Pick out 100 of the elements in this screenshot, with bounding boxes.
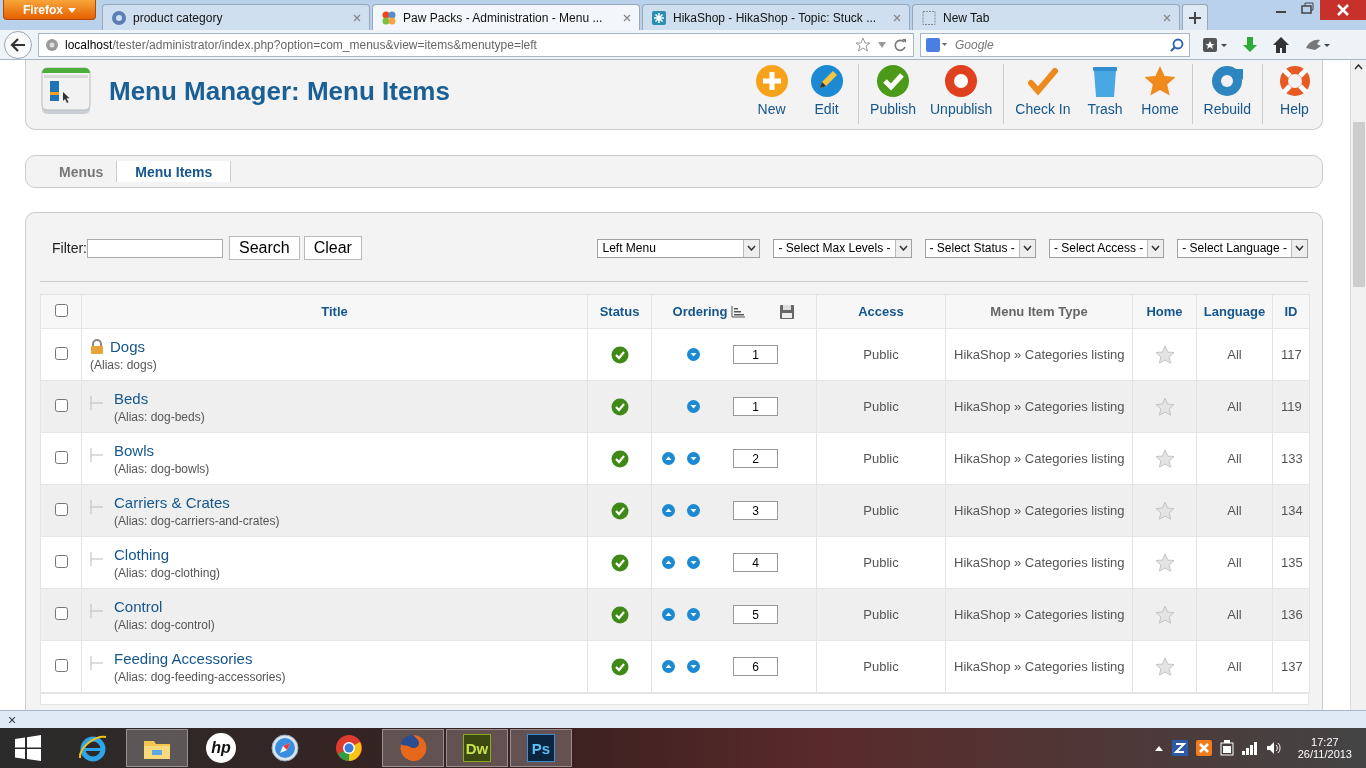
- search-field[interactable]: Google: [920, 32, 1190, 57]
- row-checkbox[interactable]: [54, 398, 68, 412]
- filter-dropdown[interactable]: - Select Language -: [1177, 238, 1308, 258]
- row-checkbox[interactable]: [54, 502, 68, 516]
- scroll-up-icon[interactable]: [1354, 64, 1363, 70]
- browser-tab[interactable]: product category: [102, 4, 370, 30]
- item-title-link[interactable]: Beds: [114, 389, 149, 407]
- move-up-icon[interactable]: [662, 452, 675, 465]
- filter-dropdown[interactable]: - Select Max Levels -: [773, 238, 912, 258]
- dropdown-icon[interactable]: [877, 40, 887, 49]
- column-header[interactable]: Ordering: [672, 304, 728, 319]
- clear-button[interactable]: Clear: [303, 236, 362, 260]
- close-icon[interactable]: [1163, 13, 1171, 22]
- fox-globe-icon[interactable]: [397, 732, 429, 764]
- move-down-icon[interactable]: [687, 348, 700, 361]
- select-all-checkbox[interactable]: [54, 303, 68, 317]
- published-check-icon[interactable]: [610, 397, 629, 416]
- browser-tab[interactable]: Paw Packs - Administration - Menu ...: [372, 4, 640, 30]
- close-button[interactable]: [1320, 0, 1366, 20]
- search-icon[interactable]: [1170, 37, 1184, 52]
- move-down-icon[interactable]: [687, 452, 700, 465]
- toolbar-button[interactable]: Unpublish: [923, 63, 1000, 124]
- toolbar-button[interactable]: Publish: [863, 63, 923, 124]
- row-checkbox[interactable]: [54, 658, 68, 672]
- toolbar-button[interactable]: New: [744, 63, 800, 124]
- close-icon[interactable]: [353, 13, 361, 22]
- clock-date[interactable]: 26/11/2013: [1297, 748, 1352, 760]
- back-button[interactable]: [4, 30, 32, 59]
- move-down-icon[interactable]: [687, 556, 700, 569]
- toolbar-button[interactable]: Rebuild: [1196, 63, 1258, 124]
- row-checkbox[interactable]: [54, 554, 68, 568]
- speaker-icon[interactable]: [1265, 741, 1282, 755]
- move-down-icon[interactable]: [687, 608, 700, 621]
- move-down-icon[interactable]: [687, 400, 700, 413]
- padlock-icon[interactable]: [90, 338, 104, 355]
- toolbar-button[interactable]: Edit: [799, 63, 855, 124]
- row-checkbox[interactable]: [54, 450, 68, 464]
- reload-icon[interactable]: [893, 37, 907, 52]
- move-up-icon[interactable]: [662, 504, 675, 517]
- submenu-tab[interactable]: Menu Items: [117, 161, 232, 182]
- toolbar-button[interactable]: Help: [1267, 63, 1322, 124]
- order-field[interactable]: 1: [733, 397, 778, 416]
- xampp-icon[interactable]: [1195, 740, 1212, 756]
- published-check-icon[interactable]: [610, 605, 629, 624]
- published-check-icon[interactable]: [610, 449, 629, 468]
- bookmarks-icon[interactable]: [1202, 35, 1228, 54]
- new-tab-icon[interactable]: [1189, 11, 1201, 24]
- column-header[interactable]: ID: [1284, 304, 1298, 319]
- order-field[interactable]: 6: [733, 657, 778, 676]
- move-up-icon[interactable]: [662, 608, 675, 621]
- close-find-bar-button[interactable]: ×: [8, 712, 17, 727]
- signal-icon[interactable]: [1241, 741, 1258, 755]
- move-up-icon[interactable]: [662, 556, 675, 569]
- scroll-thumb[interactable]: [1352, 122, 1365, 287]
- save-icon[interactable]: [779, 303, 796, 320]
- clock-time[interactable]: 17:27: [1311, 736, 1339, 748]
- bookmark-star-icon[interactable]: [855, 36, 871, 53]
- published-check-icon[interactable]: [610, 553, 629, 572]
- order-field[interactable]: 4: [733, 553, 778, 572]
- taskbar-app-button[interactable]: Ps: [527, 734, 555, 762]
- browser-tab[interactable]: New Tab: [912, 4, 1180, 30]
- close-icon[interactable]: [623, 13, 631, 22]
- show-hidden-icons-icon[interactable]: [1153, 744, 1164, 752]
- column-header[interactable]: Title: [321, 304, 348, 319]
- order-field[interactable]: 5: [733, 605, 778, 624]
- search-button[interactable]: Search: [229, 236, 300, 260]
- item-title-link[interactable]: Control: [114, 597, 163, 615]
- order-field[interactable]: 3: [733, 501, 778, 520]
- toolbar-button[interactable]: Trash: [1077, 63, 1133, 124]
- move-up-icon[interactable]: [662, 660, 675, 673]
- close-icon[interactable]: [893, 13, 901, 22]
- browser-tab[interactable]: HikaShop - HikaShop - Topic: Stuck ...: [642, 4, 910, 30]
- item-title-link[interactable]: Clothing: [114, 545, 170, 563]
- column-header[interactable]: Access: [858, 304, 904, 319]
- filter-field[interactable]: [87, 238, 223, 258]
- move-down-icon[interactable]: [687, 660, 700, 673]
- chrome-icon[interactable]: [333, 732, 365, 764]
- filter-dropdown[interactable]: - Select Access -: [1048, 238, 1165, 258]
- home-icon[interactable]: [1272, 35, 1290, 54]
- z-app-icon[interactable]: [1171, 740, 1188, 756]
- filter-dropdown[interactable]: - Select Status -: [924, 238, 1036, 258]
- move-down-icon[interactable]: [687, 504, 700, 517]
- toolbar-button[interactable]: Home: [1132, 63, 1188, 124]
- order-field[interactable]: 2: [733, 449, 778, 468]
- item-title-link[interactable]: Dogs: [110, 337, 146, 355]
- download-arrow-icon[interactable]: [1242, 35, 1258, 54]
- item-title-link[interactable]: Carriers & Crates: [114, 493, 230, 511]
- compass-icon[interactable]: [269, 732, 301, 764]
- filter-dropdown[interactable]: Left Menu: [597, 238, 761, 258]
- row-checkbox[interactable]: [54, 346, 68, 360]
- order-field[interactable]: 1: [733, 345, 778, 364]
- battery-icon[interactable]: [1219, 740, 1234, 756]
- address-field[interactable]: localhost/tester/administrator/index.php?option=com_menus&view=items&menutype=left: [38, 32, 914, 57]
- row-checkbox[interactable]: [54, 606, 68, 620]
- item-title-link[interactable]: Bowls: [114, 441, 154, 459]
- published-check-icon[interactable]: [610, 501, 629, 520]
- taskbar-app-button[interactable]: hp: [206, 733, 236, 763]
- search-engine-icon[interactable]: [926, 36, 948, 53]
- published-check-icon[interactable]: [610, 657, 629, 676]
- toolbar-button[interactable]: Check In: [1008, 63, 1078, 124]
